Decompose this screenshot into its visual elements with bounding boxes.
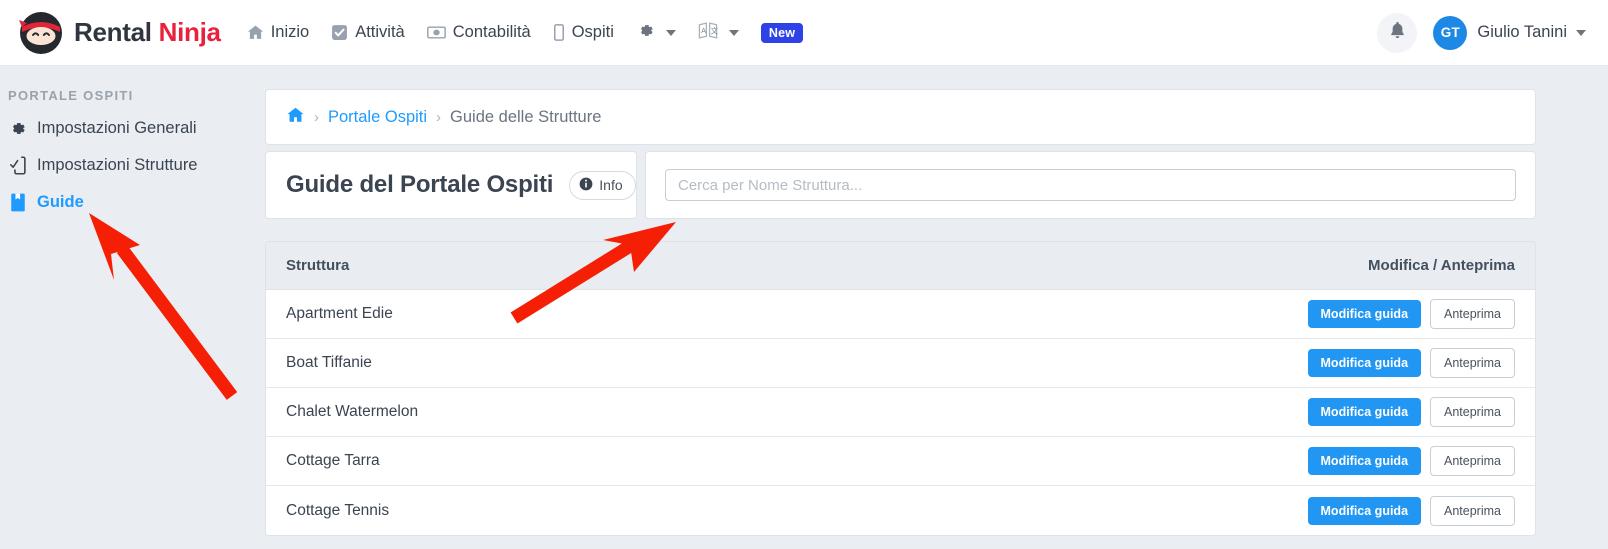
column-header-actions: Modifica / Anteprima (1368, 257, 1535, 274)
notifications-button[interactable] (1377, 13, 1417, 53)
sidebar-label-impostazioni-strutture: Impostazioni Strutture (37, 156, 198, 175)
brand-word-rental: Rental (74, 17, 152, 47)
search-card (645, 151, 1536, 219)
ninja-logo-icon (18, 10, 64, 56)
gear-icon[interactable] (636, 21, 655, 45)
row-property-name: Cottage Tarra (266, 452, 380, 470)
chevron-down-icon-user[interactable] (1576, 30, 1586, 36)
nav-right-cluster: GT Giulio Tanini (1377, 13, 1586, 53)
row-actions: Modifica guida Anteprima (1308, 397, 1535, 427)
nav-label-attivita: Attività (355, 23, 405, 42)
nav-item-contabilita[interactable]: Contabilità (427, 23, 531, 42)
column-header-struttura: Struttura (266, 257, 349, 274)
sidebar-section-title: PORTALE OSPITI (8, 88, 265, 103)
sidebar-label-impostazioni-generali: Impostazioni Generali (37, 119, 197, 138)
edit-guide-button[interactable]: Modifica guida (1308, 447, 1422, 475)
bell-icon (1389, 21, 1406, 45)
search-input[interactable] (665, 169, 1516, 201)
preview-button[interactable]: Anteprima (1430, 496, 1515, 526)
preview-button[interactable]: Anteprima (1430, 348, 1515, 378)
main-content: › Portale Ospiti › Guide delle Strutture… (265, 66, 1608, 549)
row-property-name: Chalet Watermelon (266, 403, 418, 421)
translate-icon[interactable]: A 文 (698, 21, 718, 45)
sidebar-item-guide[interactable]: Guide (8, 193, 265, 212)
sidebar-item-impostazioni-generali[interactable]: Impostazioni Generali (8, 119, 265, 138)
edit-guide-button[interactable]: Modifica guida (1308, 398, 1422, 426)
nav-item-inizio[interactable]: Inizio (247, 23, 310, 42)
breadcrumb-link-portale-ospiti[interactable]: Portale Ospiti (328, 108, 427, 127)
nav-item-attivita[interactable]: Attività (331, 23, 405, 42)
info-button[interactable]: Info (569, 171, 635, 200)
mobile-icon (553, 24, 565, 41)
brand-text: Rental Ninja (74, 17, 221, 48)
top-navbar: Rental Ninja Inizio Attività Cont (0, 0, 1608, 66)
brand-word-ninja: Ninja (159, 17, 221, 47)
sidebar-item-impostazioni-strutture[interactable]: Impostazioni Strutture (8, 156, 265, 175)
primary-nav: Inizio Attività Contabilità Ospiti (247, 21, 804, 45)
preview-button[interactable]: Anteprima (1430, 446, 1515, 476)
preview-button[interactable]: Anteprima (1430, 299, 1515, 329)
nav-item-ospiti[interactable]: Ospiti (553, 23, 614, 42)
banknote-icon (427, 24, 446, 41)
new-badge[interactable]: New (761, 23, 803, 43)
chevron-down-icon-settings[interactable] (666, 30, 676, 36)
app-root: Rental Ninja Inizio Attività Cont (0, 0, 1608, 549)
row-actions: Modifica guida Anteprima (1308, 496, 1535, 526)
svg-text:A: A (701, 25, 706, 34)
home-icon (247, 24, 264, 41)
page-title: Guide del Portale Ospiti (286, 171, 553, 199)
table-header-row: Struttura Modifica / Anteprima (266, 242, 1535, 290)
table-row: Boat Tiffanie Modifica guida Anteprima (266, 339, 1535, 388)
nav-label-inizio: Inizio (271, 23, 310, 42)
nav-label-contabilita: Contabilità (453, 23, 531, 42)
breadcrumb-separator-1: › (314, 109, 319, 126)
sidebar-label-guide: Guide (37, 193, 84, 212)
nav-settings-dropdown[interactable] (636, 21, 676, 45)
table-row: Chalet Watermelon Modifica guida Antepri… (266, 388, 1535, 437)
row-property-name: Apartment Edie (266, 305, 393, 323)
home-icon[interactable] (286, 106, 305, 129)
gear-icon (8, 119, 27, 138)
chevron-down-icon-language[interactable] (729, 30, 739, 36)
table-row: Cottage Tennis Modifica guida Anteprima (266, 486, 1535, 535)
table-row: Apartment Edie Modifica guida Anteprima (266, 290, 1535, 339)
mobile-check-icon (8, 156, 27, 175)
breadcrumb: › Portale Ospiti › Guide delle Strutture (265, 89, 1536, 145)
edit-guide-button[interactable]: Modifica guida (1308, 300, 1422, 328)
checkbox-icon (331, 24, 348, 41)
table-row: Cottage Tarra Modifica guida Anteprima (266, 437, 1535, 486)
breadcrumb-separator-2: › (436, 109, 441, 126)
edit-guide-button[interactable]: Modifica guida (1308, 349, 1422, 377)
guides-table: Struttura Modifica / Anteprima Apartment… (265, 241, 1536, 536)
nav-language-dropdown[interactable]: A 文 (698, 21, 739, 45)
info-circle-icon (579, 177, 593, 194)
row-actions: Modifica guida Anteprima (1308, 299, 1535, 329)
sidebar: PORTALE OSPITI Impostazioni Generali Imp… (0, 66, 265, 549)
edit-guide-button[interactable]: Modifica guida (1308, 497, 1422, 525)
row-actions: Modifica guida Anteprima (1308, 348, 1535, 378)
nav-label-ospiti: Ospiti (572, 23, 614, 42)
row-property-name: Cottage Tennis (266, 502, 389, 520)
user-name: Giulio Tanini (1477, 23, 1567, 42)
page-title-card: Guide del Portale Ospiti Info (265, 151, 637, 219)
row-actions: Modifica guida Anteprima (1308, 446, 1535, 476)
row-property-name: Boat Tiffanie (266, 354, 372, 372)
svg-text:文: 文 (711, 26, 718, 35)
breadcrumb-current: Guide delle Strutture (450, 108, 601, 127)
preview-button[interactable]: Anteprima (1430, 397, 1515, 427)
book-icon (8, 193, 27, 212)
info-button-label: Info (599, 177, 622, 193)
avatar: GT (1433, 16, 1467, 50)
user-menu[interactable]: GT Giulio Tanini (1433, 16, 1586, 50)
brand-logo[interactable]: Rental Ninja (18, 10, 221, 56)
